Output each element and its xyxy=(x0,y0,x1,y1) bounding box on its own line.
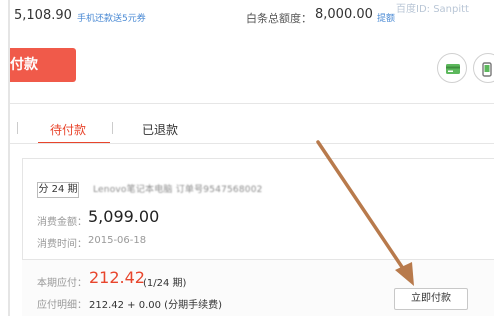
due-period: (1/24 期) xyxy=(143,278,187,289)
due-label: 本期应付： xyxy=(37,278,87,289)
tabs-divider xyxy=(10,143,494,144)
time-label: 消费时间： xyxy=(37,239,87,250)
detail-label: 应付明细： xyxy=(37,300,87,311)
detail-value: 212.42 + 0.00 (分期手续费) xyxy=(89,300,222,311)
tab-separator xyxy=(112,122,113,134)
tab-pending[interactable]: 待付款 xyxy=(50,121,86,138)
time-value: 2015-06-18 xyxy=(88,235,147,246)
balance-value: 5,108.90 xyxy=(14,8,72,23)
period-badge: 分 24 期 xyxy=(37,182,79,198)
amount-label: 消费金额： xyxy=(37,217,87,228)
amount-value: 5,099.00 xyxy=(88,207,160,226)
pay-now-button[interactable]: 立即付款 xyxy=(394,288,468,310)
promo-link[interactable]: 手机还款送5元券 xyxy=(77,11,146,24)
credit-value: 8,000.00 xyxy=(315,7,373,22)
product-name[interactable]: Lenovo笔记本电脑 订单号9547568002 xyxy=(93,182,263,195)
pay-button[interactable]: 付款 xyxy=(10,48,76,82)
tab-separator xyxy=(17,122,18,134)
tab-refunded[interactable]: 已退款 xyxy=(142,121,178,138)
phone-icon xyxy=(482,62,492,77)
raise-credit-link[interactable]: 提额 xyxy=(377,11,395,24)
watermark: 百度ID: Sanpitt xyxy=(396,4,469,15)
card-button[interactable] xyxy=(437,53,467,83)
phone-button[interactable] xyxy=(473,53,494,83)
top-divider xyxy=(10,103,494,104)
credit-label: 白条总额度： xyxy=(246,12,312,25)
credit-card-icon xyxy=(446,64,460,74)
due-amount: 212.42 xyxy=(89,268,145,287)
